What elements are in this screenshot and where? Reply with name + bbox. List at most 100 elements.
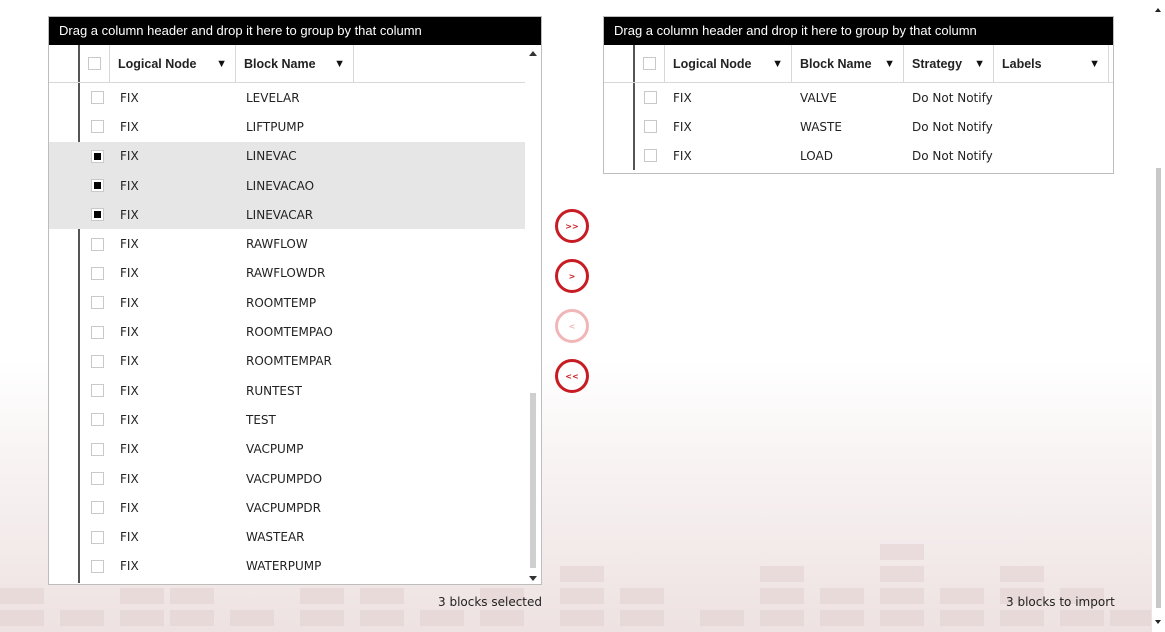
funnel-icon[interactable]: ▼	[216, 58, 227, 70]
row-checkbox[interactable]	[90, 208, 104, 222]
funnel-icon[interactable]: ▼	[974, 58, 985, 70]
table-row[interactable]: FIX LOAD Do Not Notify	[604, 141, 1113, 170]
row-checkbox[interactable]	[90, 413, 104, 427]
row-checkbox[interactable]	[90, 442, 104, 456]
row-checkbox-cell[interactable]	[635, 83, 665, 112]
funnel-icon[interactable]: ▼	[1089, 58, 1100, 70]
table-row[interactable]: FIX RUNTEST	[49, 376, 525, 405]
row-checkbox[interactable]	[90, 296, 104, 310]
select-all-checkbox[interactable]	[88, 57, 101, 70]
labels-cell[interactable]	[994, 83, 1109, 112]
group-by-panel[interactable]: Drag a column header and drop it here to…	[49, 17, 541, 45]
row-checkbox[interactable]	[643, 120, 657, 133]
funnel-icon[interactable]: ▼	[334, 58, 345, 70]
row-checkbox[interactable]	[90, 530, 104, 544]
column-header-logical-node[interactable]: Logical Node ▼	[110, 45, 236, 82]
table-row[interactable]: FIX VACPUMPDR	[49, 493, 525, 522]
row-checkbox-cell[interactable]	[82, 288, 112, 317]
scroll-thumb[interactable]	[530, 393, 536, 568]
row-checkbox-cell[interactable]	[82, 435, 112, 464]
table-row[interactable]: FIX VACPUMP	[49, 435, 525, 464]
row-checkbox-cell[interactable]	[82, 112, 112, 141]
funnel-icon[interactable]: ▼	[884, 58, 895, 70]
scroll-up-arrow-icon[interactable]	[529, 51, 537, 56]
block-name-cell: WASTE	[800, 119, 842, 134]
table-row[interactable]: FIX LINEVACAR	[49, 200, 525, 230]
row-checkbox-cell[interactable]	[635, 141, 665, 170]
table-row[interactable]: FIX LINEVAC	[49, 141, 525, 171]
table-row[interactable]: FIX RAWFLOWDR	[49, 259, 525, 288]
logical-node-cell: FIX	[120, 500, 139, 515]
table-row[interactable]: FIX LINEVACAO	[49, 170, 525, 201]
scroll-down-arrow-icon[interactable]	[529, 576, 537, 581]
row-checkbox[interactable]	[90, 559, 104, 573]
row-checkbox-cell[interactable]	[82, 229, 112, 258]
select-all-checkbox[interactable]	[643, 57, 656, 70]
strategy-cell[interactable]: Do Not Notify	[904, 141, 994, 170]
table-row[interactable]: FIX ROOMTEMPAO	[49, 317, 525, 346]
table-row[interactable]: FIX LIFTPUMP	[49, 112, 525, 141]
column-header-labels[interactable]: Labels ▼	[994, 45, 1109, 82]
select-all-header[interactable]	[635, 45, 665, 82]
table-row[interactable]: FIX VALVE Do Not Notify	[604, 83, 1113, 112]
row-checkbox-cell[interactable]	[82, 142, 112, 171]
row-checkbox[interactable]	[90, 266, 104, 280]
move-selected-left-button[interactable]: <	[555, 309, 589, 343]
table-row[interactable]: FIX WATERPUMP	[49, 552, 525, 581]
column-header-strategy[interactable]: Strategy ▼	[904, 45, 994, 82]
row-checkbox-cell[interactable]	[635, 112, 665, 141]
row-checkbox-cell[interactable]	[82, 259, 112, 288]
table-row[interactable]: FIX TEST	[49, 405, 525, 434]
row-checkbox[interactable]	[90, 179, 104, 193]
row-checkbox-cell[interactable]	[82, 83, 112, 112]
row-checkbox-cell[interactable]	[82, 376, 112, 405]
indent-cell	[49, 288, 82, 317]
row-checkbox[interactable]	[90, 325, 104, 339]
strategy-cell[interactable]: Do Not Notify	[904, 112, 994, 141]
table-row[interactable]: FIX WASTEAR	[49, 522, 525, 551]
row-checkbox-cell[interactable]	[82, 493, 112, 522]
table-row[interactable]: FIX RAWFLOW	[49, 229, 525, 258]
scroll-thumb[interactable]	[1156, 168, 1161, 608]
row-checkbox-cell[interactable]	[82, 347, 112, 376]
group-by-panel[interactable]: Drag a column header and drop it here to…	[604, 17, 1113, 45]
row-checkbox[interactable]	[90, 472, 104, 485]
row-checkbox-cell[interactable]	[82, 171, 112, 200]
row-checkbox[interactable]	[90, 149, 104, 163]
funnel-icon[interactable]: ▼	[772, 58, 783, 70]
strategy-cell[interactable]: Do Not Notify	[904, 83, 994, 112]
move-selected-right-button[interactable]: >	[555, 259, 589, 293]
scroll-up-arrow-icon[interactable]	[1155, 8, 1161, 12]
table-row[interactable]: FIX VACPUMPDO	[49, 464, 525, 493]
column-header-label: Logical Node	[673, 56, 752, 71]
row-checkbox[interactable]	[90, 237, 104, 251]
row-checkbox-cell[interactable]	[82, 552, 112, 581]
labels-cell[interactable]	[994, 141, 1109, 170]
column-header-block-name[interactable]: Block Name ▼	[792, 45, 904, 82]
row-checkbox[interactable]	[90, 501, 104, 515]
row-checkbox-cell[interactable]	[82, 317, 112, 346]
row-checkbox-cell[interactable]	[82, 522, 112, 551]
table-row[interactable]: FIX ROOMTEMPAR	[49, 347, 525, 376]
row-checkbox-cell[interactable]	[82, 200, 112, 229]
labels-cell[interactable]	[994, 112, 1109, 141]
column-header-logical-node[interactable]: Logical Node ▼	[665, 45, 792, 82]
column-header-block-name[interactable]: Block Name ▼	[236, 45, 354, 82]
select-all-header[interactable]	[80, 45, 110, 82]
row-checkbox[interactable]	[90, 384, 104, 398]
row-checkbox-cell[interactable]	[82, 464, 112, 493]
move-all-left-button[interactable]: <<	[555, 359, 589, 393]
table-row[interactable]: FIX ROOMTEMP	[49, 288, 525, 317]
row-checkbox[interactable]	[90, 120, 104, 134]
row-checkbox[interactable]	[90, 354, 104, 368]
move-all-right-button[interactable]: >>	[555, 209, 589, 243]
scroll-down-arrow-icon[interactable]	[1155, 620, 1161, 624]
grid-vertical-scrollbar[interactable]	[525, 45, 541, 584]
table-row[interactable]: FIX LEVELAR	[49, 83, 525, 112]
row-checkbox-cell[interactable]	[82, 405, 112, 434]
row-checkbox[interactable]	[90, 91, 104, 105]
table-row[interactable]: FIX WASTE Do Not Notify	[604, 112, 1113, 141]
page-vertical-scrollbar[interactable]	[1152, 0, 1165, 632]
row-checkbox[interactable]	[643, 91, 657, 104]
row-checkbox[interactable]	[643, 149, 657, 162]
